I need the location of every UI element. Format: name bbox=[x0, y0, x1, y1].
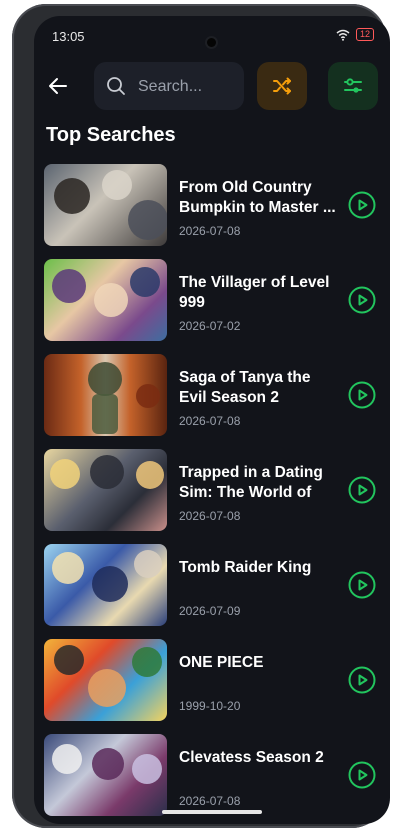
play-icon[interactable] bbox=[348, 381, 376, 409]
item-date: 2026-07-08 bbox=[179, 509, 241, 523]
status-time: 13:05 bbox=[52, 29, 85, 44]
play-icon[interactable] bbox=[348, 286, 376, 314]
play-icon[interactable] bbox=[348, 761, 376, 789]
thumbnail[interactable] bbox=[44, 639, 167, 721]
status-bar: 13:05 12 bbox=[34, 16, 390, 56]
search-box[interactable] bbox=[94, 62, 244, 110]
item-title[interactable]: Clevatess Season 2 bbox=[179, 748, 339, 768]
item-title[interactable]: Tomb Raider King bbox=[179, 558, 339, 578]
item-date: 2026-07-08 bbox=[179, 414, 241, 428]
status-icons: 12 bbox=[336, 28, 374, 41]
play-icon[interactable] bbox=[348, 571, 376, 599]
thumbnail[interactable] bbox=[44, 354, 167, 436]
list-item[interactable]: Saga of Tanya the Evil Season 2 2026-07-… bbox=[34, 354, 390, 436]
battery-icon: 12 bbox=[355, 28, 374, 41]
item-title[interactable]: ONE PIECE bbox=[179, 653, 339, 673]
home-indicator[interactable] bbox=[162, 810, 262, 814]
item-date: 1999-10-20 bbox=[179, 699, 241, 713]
thumbnail[interactable] bbox=[44, 449, 167, 531]
shuffle-button[interactable] bbox=[257, 62, 307, 110]
item-date: 2026-07-08 bbox=[179, 794, 241, 808]
list-item[interactable]: Trapped in a Dating Sim: The World of O.… bbox=[34, 449, 390, 531]
list-item[interactable]: Clevatess Season 2 2026-07-08 bbox=[34, 734, 390, 816]
sliders-icon bbox=[344, 78, 362, 93]
play-icon[interactable] bbox=[348, 666, 376, 694]
shuffle-icon bbox=[273, 77, 291, 95]
filter-button[interactable] bbox=[328, 62, 378, 110]
front-camera bbox=[207, 38, 216, 47]
thumbnail[interactable] bbox=[44, 164, 167, 246]
phone-frame: 13:05 12 Search... Top Searches From Old… bbox=[12, 4, 390, 828]
play-icon[interactable] bbox=[348, 191, 376, 219]
top-bar bbox=[34, 60, 390, 112]
play-icon[interactable] bbox=[348, 476, 376, 504]
item-title[interactable]: The Villager of Level 999 bbox=[179, 273, 339, 313]
thumbnail[interactable] bbox=[44, 259, 167, 341]
app-screen: 13:05 12 Search... Top Searches From Old… bbox=[34, 16, 390, 824]
item-title[interactable]: Trapped in a Dating Sim: The World of O.… bbox=[179, 463, 339, 503]
item-title[interactable]: From Old Country Bumpkin to Master ... bbox=[179, 178, 339, 218]
list-item[interactable]: The Villager of Level 999 2026-07-02 bbox=[34, 259, 390, 341]
list-item[interactable]: ONE PIECE 1999-10-20 bbox=[34, 639, 390, 721]
item-title[interactable]: Saga of Tanya the Evil Season 2 bbox=[179, 368, 339, 408]
thumbnail[interactable] bbox=[44, 734, 167, 816]
item-date: 2026-07-08 bbox=[179, 224, 241, 238]
item-date: 2026-07-09 bbox=[179, 604, 241, 618]
arrow-left-icon[interactable] bbox=[46, 74, 70, 98]
list-item[interactable]: From Old Country Bumpkin to Master ... 2… bbox=[34, 164, 390, 246]
wifi-icon bbox=[336, 29, 350, 41]
search-input[interactable] bbox=[136, 74, 240, 100]
list-item[interactable]: Tomb Raider King 2026-07-09 bbox=[34, 544, 390, 626]
item-date: 2026-07-02 bbox=[179, 319, 241, 333]
section-title: Top Searches bbox=[46, 124, 176, 146]
search-icon bbox=[107, 77, 125, 95]
thumbnail[interactable] bbox=[44, 544, 167, 626]
